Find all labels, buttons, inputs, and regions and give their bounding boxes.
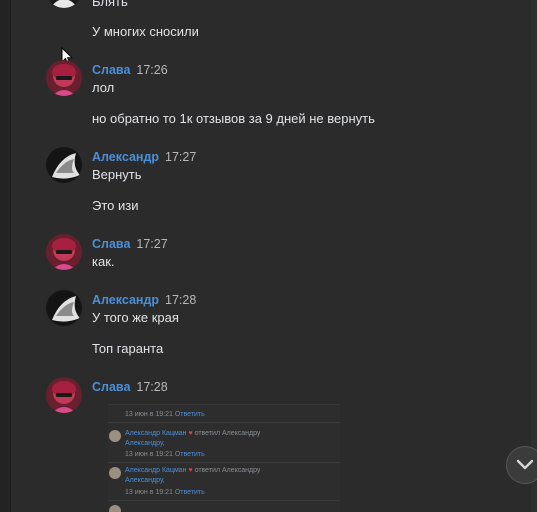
avatar-slava[interactable]	[46, 60, 82, 96]
message-time[interactable]: 17:28	[165, 293, 196, 307]
comment-header: Александр Кацман ♥ ответил Александру	[125, 466, 260, 475]
comment-date: 13 июн в 19:21	[125, 451, 173, 458]
avatar-aleksandr[interactable]	[46, 290, 82, 326]
message-time[interactable]: 17:27	[165, 150, 196, 164]
divider	[108, 404, 340, 405]
reply-link: Ответить	[174, 451, 205, 458]
message-text: Это изи	[92, 198, 139, 213]
message-time[interactable]: 17:28	[136, 380, 167, 394]
comment-date: 13 июн в 19:21	[125, 489, 173, 496]
comment-body: Александру,	[125, 476, 165, 485]
attached-screenshot[interactable]: 13 июн в 19:21 Ответить Александр Кацман…	[108, 404, 340, 512]
commenter-avatar	[109, 467, 121, 479]
divider	[108, 422, 340, 423]
message-text: У многих сносили	[92, 24, 199, 39]
message-author: Слава 17:28	[92, 379, 168, 395]
commenter-name: Александр Кацман	[125, 467, 187, 474]
message-author: Слава 17:27	[92, 236, 168, 252]
message-text: У того же края	[92, 310, 179, 325]
chevron-down-icon	[516, 459, 534, 470]
chat-window: Блять У многих сносили Слава 17:26 лол но…	[0, 0, 537, 512]
message-time[interactable]: 17:26	[136, 63, 167, 77]
message-text: Топ гаранта	[92, 341, 164, 356]
scroll-down-button[interactable]	[506, 446, 537, 484]
commenter-name: Александр Кацман	[125, 430, 187, 437]
scrollbar-track[interactable]	[531, 0, 537, 512]
reply-link: Ответить	[174, 411, 205, 418]
heart-icon: ♥	[188, 467, 193, 474]
message-text: лол	[92, 80, 115, 95]
commenter-avatar	[109, 505, 121, 512]
author-name-link[interactable]: Слава	[92, 380, 130, 394]
left-rail	[0, 0, 11, 512]
avatar-slava[interactable]	[46, 234, 82, 270]
avatar-aleksandr[interactable]	[46, 0, 82, 8]
comment-header: Александр Кацман ♥ ответил Александру	[125, 429, 260, 438]
message-author: Александр 17:28	[92, 292, 196, 308]
comment-meta: 13 июн в 19:21 Ответить	[125, 410, 205, 419]
message-text: но обратно то 1к отзывов за 9 дней не ве…	[92, 111, 375, 126]
author-name-link[interactable]: Александр	[92, 150, 159, 164]
message-time[interactable]: 17:27	[136, 237, 167, 251]
comment-meta: 13 июн в 19:21 Ответить	[125, 488, 205, 497]
comment-date: 13 июн в 19:21	[125, 411, 173, 418]
avatar-aleksandr[interactable]	[46, 147, 82, 183]
author-name-link[interactable]: Слава	[92, 237, 130, 251]
divider	[108, 462, 340, 463]
author-name-link[interactable]: Слава	[92, 63, 130, 77]
message-text: Блять	[92, 0, 128, 9]
message-author: Слава 17:26	[92, 62, 168, 78]
commenter-avatar	[109, 430, 121, 442]
message-author: Александр 17:27	[92, 149, 196, 165]
message-text: Вернуть	[92, 167, 142, 182]
reply-action: ответил Александру	[194, 467, 261, 474]
avatar-slava[interactable]	[46, 377, 82, 413]
addressee-link: Александру,	[125, 477, 165, 484]
comment-meta: 13 июн в 19:21 Ответить	[125, 450, 205, 459]
comment-body: Александру,	[125, 439, 165, 448]
author-name-link[interactable]: Александр	[92, 293, 159, 307]
message-text: как.	[92, 254, 115, 269]
heart-icon: ♥	[188, 430, 193, 437]
reply-link: Ответить	[174, 489, 205, 496]
addressee-link: Александру,	[125, 440, 165, 447]
divider	[108, 500, 340, 501]
reply-action: ответил Александру	[194, 430, 261, 437]
